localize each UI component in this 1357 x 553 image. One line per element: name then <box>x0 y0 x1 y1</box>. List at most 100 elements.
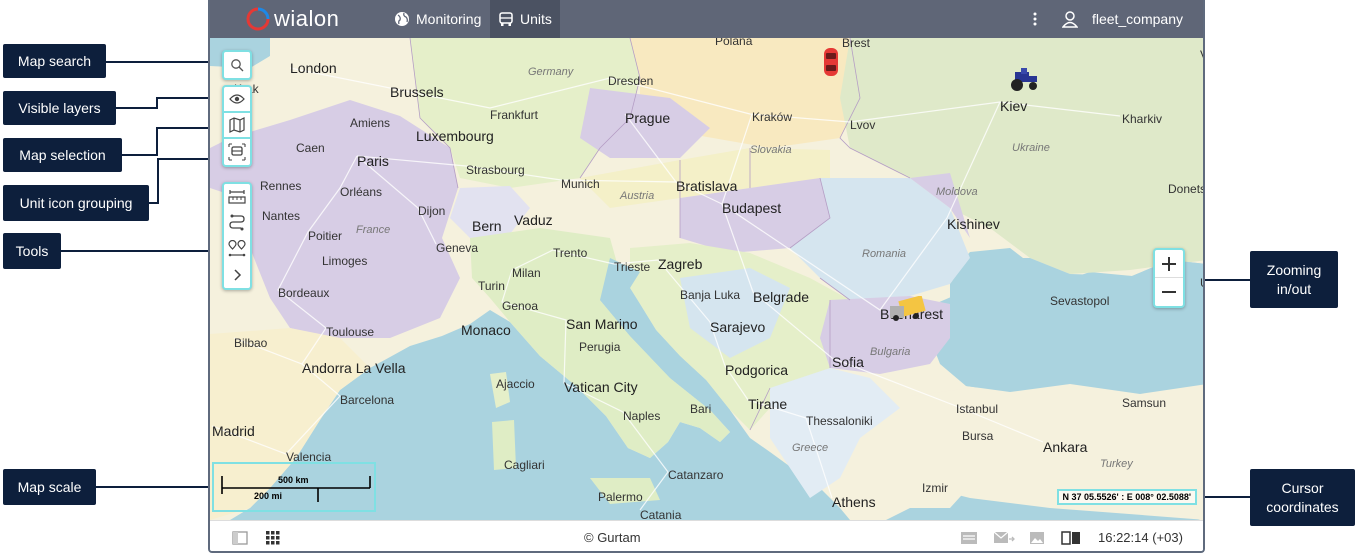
message-icon[interactable] <box>960 531 978 545</box>
city-label: Zagreb <box>658 256 703 272</box>
city-label: Lvov <box>850 118 876 132</box>
callout-zooming: Zooming in/out <box>1250 251 1338 308</box>
zoom-out-button[interactable] <box>1155 278 1183 306</box>
unit-tractor-icon[interactable] <box>1007 68 1039 92</box>
city-label: Limoges <box>322 254 368 268</box>
city-label: Toulouse <box>326 325 375 339</box>
city-label: Strasbourg <box>466 163 525 177</box>
cursor-coordinates: N 37 05.5526' : E 008° 02.5088' <box>1056 489 1197 505</box>
city-label: Cagliari <box>504 458 545 472</box>
user-name[interactable]: fleet_company <box>1092 11 1183 27</box>
grid-icon[interactable] <box>266 531 280 545</box>
user-icon[interactable] <box>1061 10 1078 28</box>
unit-truck-icon[interactable] <box>890 296 928 322</box>
callout-line <box>96 486 216 488</box>
city-label: Dresden <box>608 74 654 88</box>
city-label: Vor <box>1200 48 1203 62</box>
callout-line <box>156 97 216 99</box>
callout-line <box>106 61 216 63</box>
country-label: Turkey <box>1100 458 1133 470</box>
callout-map-scale: Map scale <box>3 469 96 505</box>
callout-cursor-line1: Cursor <box>1281 479 1324 496</box>
more-vertical-icon[interactable] <box>1032 11 1038 27</box>
callout-line <box>157 158 159 204</box>
city-label: Bilbao <box>234 336 268 350</box>
city-label: Trento <box>553 246 588 260</box>
city-label: Vaduz <box>514 212 553 228</box>
city-label: Thessaloniki <box>806 414 873 428</box>
city-label: Frankfurt <box>490 108 539 122</box>
city-label: Samsun <box>1122 396 1167 410</box>
route-icon <box>229 214 245 231</box>
unit-car-icon[interactable] <box>822 46 840 78</box>
unit-icon-grouping-button[interactable] <box>224 139 250 165</box>
city-label: San Marino <box>566 316 638 332</box>
zoom-in-button[interactable] <box>1155 250 1183 278</box>
city-label: Caen <box>296 141 325 155</box>
layers-group <box>222 85 252 167</box>
map-selection-button[interactable] <box>224 113 250 139</box>
city-label: Palermo <box>598 490 643 504</box>
top-right-area: fleet_company <box>1032 0 1183 38</box>
wialon-logo[interactable]: wialon <box>246 6 339 32</box>
scale-km-label: 500 km <box>278 475 309 485</box>
search-icon <box>231 59 244 72</box>
city-label: Trieste <box>614 260 651 274</box>
callout-map-selection: Map selection <box>3 138 122 172</box>
distance-tool-button[interactable] <box>224 184 250 210</box>
route-tool-button[interactable] <box>224 210 250 236</box>
country-label: Slovakia <box>750 144 792 156</box>
city-label: Geneva <box>436 241 479 255</box>
eye-icon <box>229 94 245 104</box>
map-search-button[interactable] <box>224 52 250 78</box>
city-label: Bratislava <box>676 178 738 194</box>
callout-line <box>156 127 158 156</box>
callout-line <box>116 107 158 109</box>
callout-cursor-coordinates: Cursor coordinates <box>1250 469 1355 526</box>
tools-group <box>222 182 252 290</box>
city-label: Sevastopol <box>1050 294 1110 308</box>
markers-tool-button[interactable] <box>224 236 250 262</box>
city-label: Dijon <box>418 204 446 218</box>
city-label: Bursa <box>962 429 994 443</box>
city-label: Bern <box>472 218 502 234</box>
country-label: Ukraine <box>1012 142 1050 154</box>
tab-units[interactable]: Units <box>490 0 560 38</box>
more-tools-button[interactable] <box>224 262 250 288</box>
callout-zooming-line2: in/out <box>1276 280 1312 297</box>
city-label: Banja Luka <box>680 288 741 302</box>
city-label: Sarajevo <box>710 319 766 335</box>
city-label: Brussels <box>390 84 444 100</box>
city-label: Izmir <box>922 481 948 495</box>
map-area[interactable]: Germany Slovakia Ukraine Moldova Austria Fran… <box>210 38 1203 520</box>
city-label: Poitier <box>308 229 343 243</box>
city-label: Turin <box>478 279 505 293</box>
map-search-group <box>222 50 252 80</box>
panel-icon[interactable] <box>232 531 248 545</box>
minus-icon <box>1162 291 1176 293</box>
mail-icon[interactable] <box>993 531 1015 545</box>
globe-icon <box>395 12 409 26</box>
image-icon[interactable] <box>1029 531 1045 545</box>
top-bar: wialon Monitoring Units fleet_company <box>210 0 1203 38</box>
book-icon[interactable] <box>1061 531 1081 545</box>
city-label: Donetsk <box>1168 182 1203 196</box>
app-window: wialon Monitoring Units fleet_company Ge… <box>208 0 1205 553</box>
city-label: Podgorica <box>725 362 789 378</box>
callout-unit-icon-grouping: Unit icon grouping <box>3 185 149 221</box>
visible-layers-button[interactable] <box>224 87 250 113</box>
city-label: Istanbul <box>956 402 999 416</box>
callout-line <box>156 127 216 129</box>
bus-icon <box>499 12 513 26</box>
callout-line <box>122 154 158 156</box>
city-label: Kraków <box>752 110 793 124</box>
status-bar: © Gurtam 16:22:14 (+03) <box>210 520 1203 551</box>
city-label: Bari <box>690 402 712 416</box>
tab-monitoring[interactable]: Monitoring <box>386 0 489 38</box>
city-label: Naples <box>623 409 661 423</box>
plus-icon <box>1162 256 1176 271</box>
city-label: Milan <box>512 266 541 280</box>
city-label: Athens <box>832 494 876 510</box>
scale-mi-label: 200 mi <box>254 491 283 501</box>
city-label: Budapest <box>722 200 782 216</box>
